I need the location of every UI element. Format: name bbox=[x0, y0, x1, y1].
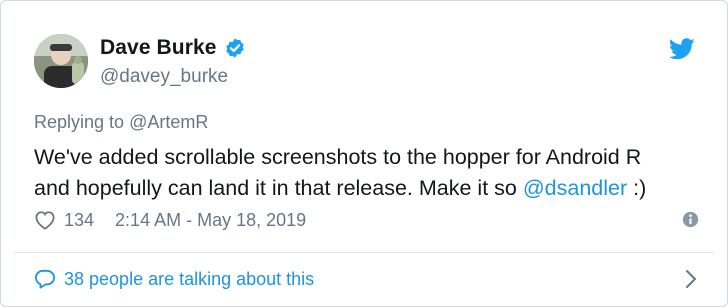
conversation-link-label[interactable]: 38 people are talking about this bbox=[64, 269, 314, 290]
chevron-right-icon[interactable] bbox=[685, 269, 697, 289]
author-display-name[interactable]: Dave Burke bbox=[100, 36, 217, 60]
twitter-bird-icon[interactable] bbox=[668, 38, 695, 60]
verified-badge-icon bbox=[224, 37, 246, 59]
heart-icon[interactable] bbox=[34, 210, 56, 230]
speech-bubble-icon bbox=[34, 269, 56, 289]
mention-link[interactable]: @dsandler bbox=[523, 176, 627, 200]
replying-to-prefix: Replying to bbox=[34, 112, 130, 132]
avatar[interactable] bbox=[34, 34, 88, 88]
conversation-link-row[interactable]: 38 people are talking about this bbox=[34, 266, 697, 292]
tweet-text-line-2-prefix: and hopefully can land it in that releas… bbox=[34, 176, 523, 200]
replying-to-line: Replying to @ArtemR bbox=[34, 112, 208, 133]
reply-target-link[interactable]: @ArtemR bbox=[129, 112, 208, 132]
author-handle[interactable]: @davey_burke bbox=[100, 66, 228, 88]
divider bbox=[13, 252, 715, 253]
tweet-meta-row: 134 2:14 AM - May 18, 2019 bbox=[34, 208, 699, 232]
tweet-text-line-1: We've added scrollable screenshots to th… bbox=[34, 145, 642, 169]
author-name-row[interactable]: Dave Burke bbox=[100, 36, 246, 60]
tweet-text: We've added scrollable screenshots to th… bbox=[34, 142, 704, 204]
tweet-timestamp[interactable]: 2:14 AM - May 18, 2019 bbox=[115, 210, 306, 231]
tweet-text-line-2-suffix: :) bbox=[627, 176, 647, 200]
info-icon[interactable] bbox=[682, 211, 699, 228]
like-count[interactable]: 134 bbox=[64, 210, 94, 231]
avatar-photo-icon bbox=[34, 34, 88, 88]
tweet-card: Dave Burke @davey_burke Replying to @Art… bbox=[0, 0, 728, 307]
tweet-text-line-2: and hopefully can land it in that releas… bbox=[34, 173, 704, 204]
